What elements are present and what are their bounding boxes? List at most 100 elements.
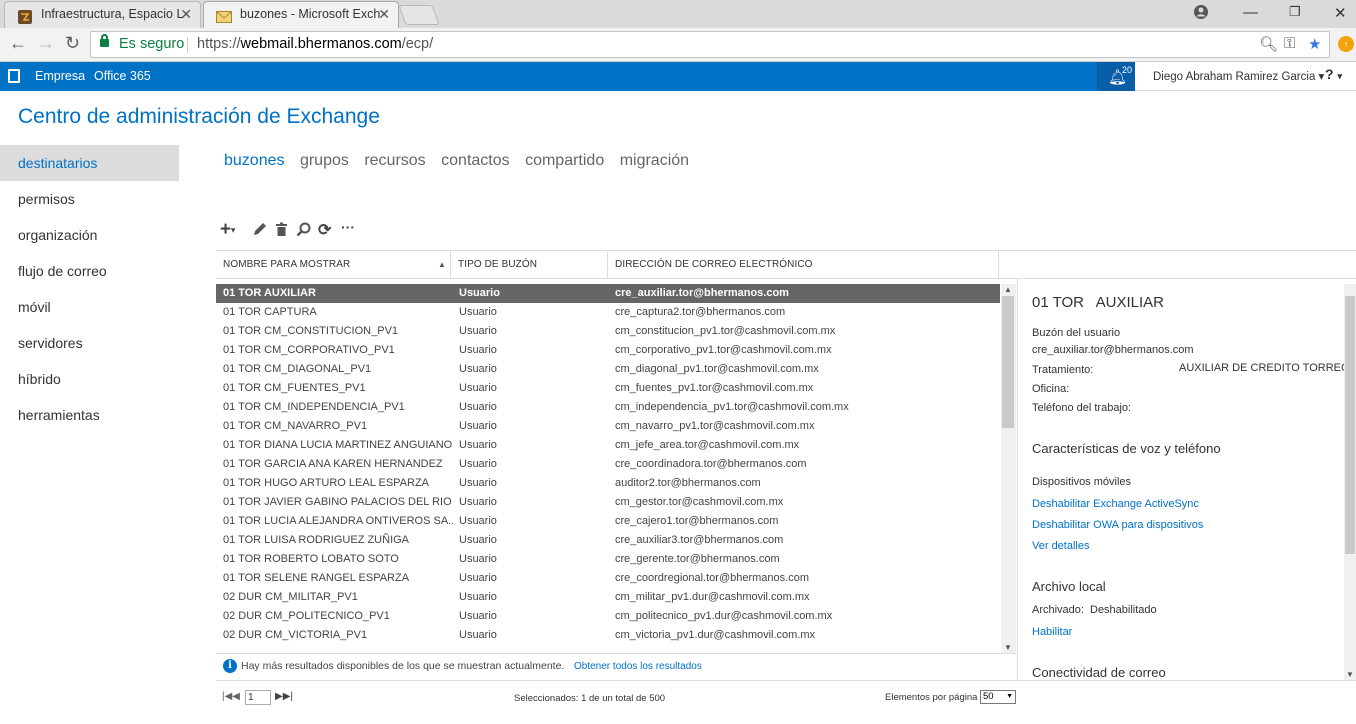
notifications-button[interactable]: 🔔︎ 20 (1097, 62, 1135, 91)
details-pane: 01 TOR AUXILIAR Buzón del usuario cre_au… (1017, 279, 1356, 680)
bookmark-star-icon[interactable]: ★ (1308, 35, 1321, 53)
table-row[interactable]: 01 TOR CM_CONSTITUCION_PV1 Usuario cm_cons… (216, 322, 1000, 341)
table-row[interactable]: 02 DUR CM_MILITAR_PV1 Usuario cm_militar_p… (216, 588, 1000, 607)
tab-grupos[interactable]: grupos (300, 152, 349, 169)
help-menu[interactable]: ? ▾ (1325, 66, 1342, 82)
table-row[interactable]: 01 TOR CM_DIAGONAL_PV1 Usuario cm_diagonal… (216, 360, 1000, 379)
restore-icon[interactable]: ❐ (1289, 4, 1301, 20)
nav-office365[interactable]: Office 365 (94, 69, 151, 83)
table-row[interactable]: 01 TOR CM_FUENTES_PV1 Usuario cm_fuentes_p… (216, 379, 1000, 398)
leftnav-movil[interactable]: móvil (0, 289, 179, 325)
table-row[interactable]: 01 TOR DIANA LUCIA MARTINEZ ANGUIANO Usua… (216, 436, 1000, 455)
sort-up-icon: ▲ (438, 260, 447, 269)
tab-migracion[interactable]: migración (620, 152, 689, 169)
forward-icon[interactable]: → (37, 33, 55, 54)
column-email-address[interactable]: DIRECCIÓN DE CORREO ELECTRÓNICO (608, 251, 998, 278)
nav-empresa[interactable]: Empresa (35, 69, 85, 83)
window-close-icon[interactable]: ✕ (1334, 4, 1347, 22)
close-tab-icon[interactable]: ✕ (180, 2, 192, 27)
mailbox-type-label: Buzón del usuario (1032, 327, 1121, 339)
cell-email: auditor2.tor@bhermanos.com (615, 477, 761, 489)
cell-name: 01 TOR CAPTURA (223, 306, 317, 318)
voice-phone-section-title: Características de voz y teléfono (1032, 441, 1221, 456)
cell-type: Usuario (459, 382, 497, 394)
cell-email: cm_victoria_pv1.dur@cashmovil.com.mx (615, 629, 816, 641)
table-row[interactable]: 01 TOR HUGO ARTURO LEAL ESPARZA Usuario au… (216, 474, 1000, 493)
table-row[interactable]: 01 TOR AUXILIAR Usuario cre_auxiliar.tor@b… (216, 284, 1000, 303)
first-page-icon[interactable]: |◀◀ (222, 691, 240, 702)
user-menu[interactable]: Diego Abraham Ramirez Garcia ▾ (1153, 69, 1324, 83)
table-row[interactable]: 01 TOR CM_CORPORATIVO_PV1 Usuario cm_corpo… (216, 341, 1000, 360)
tab-contactos[interactable]: contactos (441, 152, 509, 169)
list-scrollbar[interactable]: ▲ ▼ (1001, 284, 1016, 653)
office-logo-icon[interactable] (8, 69, 20, 83)
browser-tab-buzones[interactable]: buzones - Microsoft Exch ✕ (203, 1, 399, 28)
cell-type: Usuario (459, 325, 497, 337)
table-row[interactable]: 02 DUR CM_POLITECNICO_PV1 Usuario cm_polit… (216, 607, 1000, 626)
table-row[interactable]: 01 TOR CAPTURA Usuario cre_captura2.tor@bh… (216, 303, 1000, 322)
leftnav-organizacion[interactable]: organización (0, 217, 179, 253)
last-page-icon[interactable]: ▶▶| (275, 691, 293, 702)
tab-recursos[interactable]: recursos (364, 152, 425, 169)
items-per-page-select[interactable]: 50 (980, 690, 1016, 704)
view-details-link[interactable]: Ver detalles (1032, 540, 1089, 552)
extension-icon[interactable]: ↑ (1338, 36, 1354, 52)
key-icon[interactable]: ⚿ (1284, 35, 1295, 52)
more-icon[interactable]: ··· (341, 219, 355, 235)
delete-icon[interactable] (275, 222, 288, 241)
tab-compartido[interactable]: compartido (525, 152, 604, 169)
table-row[interactable]: 01 TOR SELENE RANGEL ESPARZA Usuario cre_c… (216, 569, 1000, 588)
scroll-thumb[interactable] (1345, 296, 1355, 554)
enable-archive-link[interactable]: Habilitar (1032, 626, 1072, 638)
table-row[interactable]: 01 TOR CM_INDEPENDENCIA_PV1 Usuario cm_ind… (216, 398, 1000, 417)
browser-tab-infraestructura[interactable]: Infraestructura, Espacio L ✕ (4, 1, 201, 28)
tab-buzones[interactable]: buzones (224, 152, 285, 169)
scroll-down-icon[interactable]: ▼ (1346, 670, 1354, 679)
cell-email: cre_gerente.tor@bhermanos.com (615, 553, 780, 565)
column-display-name[interactable]: NOMBRE PARA MOSTRAR ▲ (216, 251, 450, 278)
table-row[interactable]: 01 TOR ROBERTO LOBATO SOTO Usuario cre_ger… (216, 550, 1000, 569)
scroll-thumb[interactable] (1002, 296, 1014, 428)
edit-icon[interactable] (252, 222, 267, 241)
leftnav-servidores[interactable]: servidores (0, 325, 179, 361)
cell-type: Usuario (459, 458, 497, 470)
get-all-results-link[interactable]: Obtener todos los resultados (574, 661, 702, 672)
table-row[interactable]: 01 TOR JAVIER GABINO PALACIOS DEL RIO Usu… (216, 493, 1000, 512)
table-row[interactable]: 01 TOR LUCIA ALEJANDRA ONTIVEROS SA... Us… (216, 512, 1000, 531)
leftnav-flujo-de-correo[interactable]: flujo de correo (0, 253, 179, 289)
profile-icon[interactable] (1193, 4, 1209, 24)
leftnav-permisos[interactable]: permisos (0, 181, 179, 217)
table-row[interactable]: 01 TOR GARCIA ANA KAREN HERNANDEZ Usuario… (216, 455, 1000, 474)
table-row[interactable]: 01 TOR CM_NAVARRO_PV1 Usuario cm_navarro_p… (216, 417, 1000, 436)
left-navigation: destinatarios permisos organización fluj… (0, 145, 179, 433)
zoom-icon[interactable]: 🔍︎ (1259, 35, 1278, 53)
cell-name: 01 TOR CM_INDEPENDENCIA_PV1 (223, 401, 405, 413)
scroll-up-icon[interactable]: ▲ (1004, 285, 1012, 294)
column-mailbox-type[interactable]: TIPO DE BUZÓN (451, 251, 607, 278)
url-text[interactable]: https://webmail.bhermanos.com/ecp/ (197, 36, 433, 52)
security-label[interactable]: Es seguro (119, 36, 184, 52)
details-scrollbar[interactable]: ▼ (1344, 284, 1356, 680)
table-row[interactable]: 02 DUR CM_VICTORIA_PV1 Usuario cm_victoria… (216, 626, 1000, 645)
close-tab-icon[interactable]: ✕ (378, 2, 390, 27)
url-field[interactable]: Es seguro https://webmail.bhermanos.com/… (90, 31, 1330, 58)
new-tab-button[interactable] (398, 5, 440, 25)
disable-activesync-link[interactable]: Deshabilitar Exchange ActiveSync (1032, 498, 1199, 510)
add-icon[interactable]: +▾ (220, 219, 235, 241)
back-icon[interactable]: ← (9, 33, 27, 54)
leftnav-herramientas[interactable]: herramientas (0, 397, 179, 433)
leftnav-destinatarios[interactable]: destinatarios (0, 145, 179, 181)
leftnav-hibrido[interactable]: híbrido (0, 361, 179, 397)
cell-name: 01 TOR LUISA RODRIGUEZ ZUÑIGA (223, 534, 410, 546)
disable-owa-devices-link[interactable]: Deshabilitar OWA para dispositivos (1032, 519, 1203, 531)
refresh-icon[interactable]: ⟳ (318, 220, 331, 240)
scroll-down-icon[interactable]: ▼ (1004, 643, 1012, 652)
cell-name: 01 TOR CM_NAVARRO_PV1 (223, 420, 368, 432)
reload-icon[interactable]: ↻ (65, 33, 80, 54)
work-phone-label: Teléfono del trabajo: (1032, 402, 1132, 414)
page-number-input[interactable]: 1 (245, 690, 271, 705)
mailbox-email: cre_auxiliar.tor@bhermanos.com (1032, 344, 1194, 356)
minimize-icon[interactable]: — (1243, 4, 1258, 21)
search-icon[interactable] (296, 222, 311, 241)
table-row[interactable]: 01 TOR LUISA RODRIGUEZ ZUÑIGA Usuario cre_… (216, 531, 1000, 550)
